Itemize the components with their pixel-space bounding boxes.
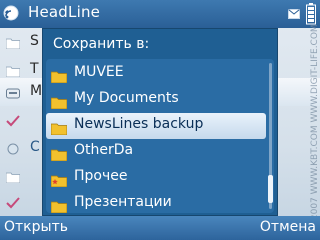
folder-icon — [50, 94, 68, 113]
folder-item-my-documents[interactable]: My Documents — [46, 87, 266, 113]
folder-label: OtherDa — [74, 142, 134, 158]
folder-icon — [50, 146, 68, 165]
rss-globe-icon — [3, 5, 19, 21]
message-envelope-icon — [288, 4, 300, 23]
app-title: HeadLine — [28, 3, 101, 21]
folder-item-prezentatsii[interactable]: Презентации — [46, 191, 266, 214]
list-item-label: C — [30, 139, 40, 155]
list-item-label: T — [30, 61, 39, 77]
folder-label: MUVEE — [74, 64, 124, 80]
list-item-label: S — [30, 33, 39, 49]
folder-label: Прочее — [74, 168, 128, 184]
folder-icon — [5, 168, 21, 187]
folder-icon — [5, 34, 21, 53]
circle-icon — [6, 140, 20, 159]
folder-icon — [50, 198, 68, 217]
check-icon — [6, 194, 20, 213]
title-bar: HeadLine — [0, 0, 320, 28]
folder-label: NewsLines backup — [74, 116, 204, 132]
folder-star-icon — [50, 172, 68, 191]
list-item-label: M — [30, 83, 43, 99]
check-icon — [6, 112, 20, 131]
folder-item-muvee[interactable]: MUVEE — [46, 61, 266, 87]
folder-label: My Documents — [74, 90, 179, 106]
dialog-title: Сохранить в: — [53, 36, 150, 52]
folder-label: Презентации — [74, 194, 172, 210]
folder-list: MUVEE My Documents NewsLines backup Othe… — [46, 59, 274, 214]
watermark: © 2007 WWW.KBT.COM WWW.DIGIT-LIFE.COM — [310, 24, 320, 232]
drive-icon — [6, 84, 20, 103]
cancel-softkey[interactable]: Отмена — [260, 219, 316, 235]
folder-item-newslines-backup[interactable]: NewsLines backup — [46, 113, 266, 139]
folder-item-prochee[interactable]: Прочее — [46, 165, 266, 191]
folder-icon — [50, 120, 68, 139]
softkey-bar: Открыть Отмена — [0, 216, 320, 240]
scrollbar-thumb[interactable] — [268, 175, 273, 203]
folder-icon — [50, 68, 68, 87]
save-to-dialog: Сохранить в: MUVEE My Documents NewsLine… — [42, 28, 278, 216]
screen: HeadLine S T M C © 2007 WWW.KBT.COM WWW.… — [0, 0, 320, 240]
folder-item-otherda[interactable]: OtherDa — [46, 139, 266, 165]
open-softkey[interactable]: Открыть — [4, 219, 68, 235]
